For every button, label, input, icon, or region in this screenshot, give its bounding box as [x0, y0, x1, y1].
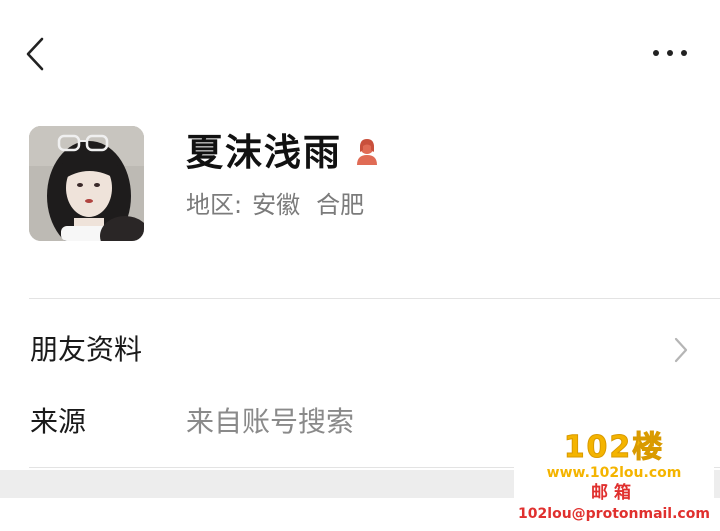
avatar[interactable] — [29, 126, 144, 241]
more-button[interactable] — [646, 38, 696, 68]
watermark-site: www.102lou.com — [546, 465, 682, 481]
watermark-address: 102lou@protonmail.com — [518, 506, 710, 522]
watermark-mail-label: 邮箱 — [591, 483, 637, 503]
profile-name: 夏沫浅雨 — [186, 131, 342, 174]
top-bar — [0, 0, 720, 108]
back-button[interactable] — [18, 32, 54, 76]
watermark: 102楼 www.102lou.com 邮箱 102lou@protonmail… — [514, 432, 714, 531]
section-divider — [29, 298, 720, 299]
region-info: 地区: 安徽 合肥 — [186, 189, 364, 221]
region-label: 地区: — [186, 191, 243, 219]
avatar-illustration — [29, 126, 144, 241]
source-value: 来自账号搜索 — [186, 405, 355, 438]
female-person-icon — [352, 137, 382, 167]
chevron-left-icon — [26, 37, 44, 71]
chevron-right-icon — [672, 336, 690, 364]
watermark-title: 102楼 — [563, 430, 665, 465]
friend-info-label: 朋友资料 — [30, 333, 143, 366]
region-city: 合肥 — [316, 191, 365, 219]
region-province: 安徽 — [252, 191, 301, 219]
more-horizontal-icon — [653, 50, 687, 56]
source-label: 来源 — [30, 405, 87, 438]
